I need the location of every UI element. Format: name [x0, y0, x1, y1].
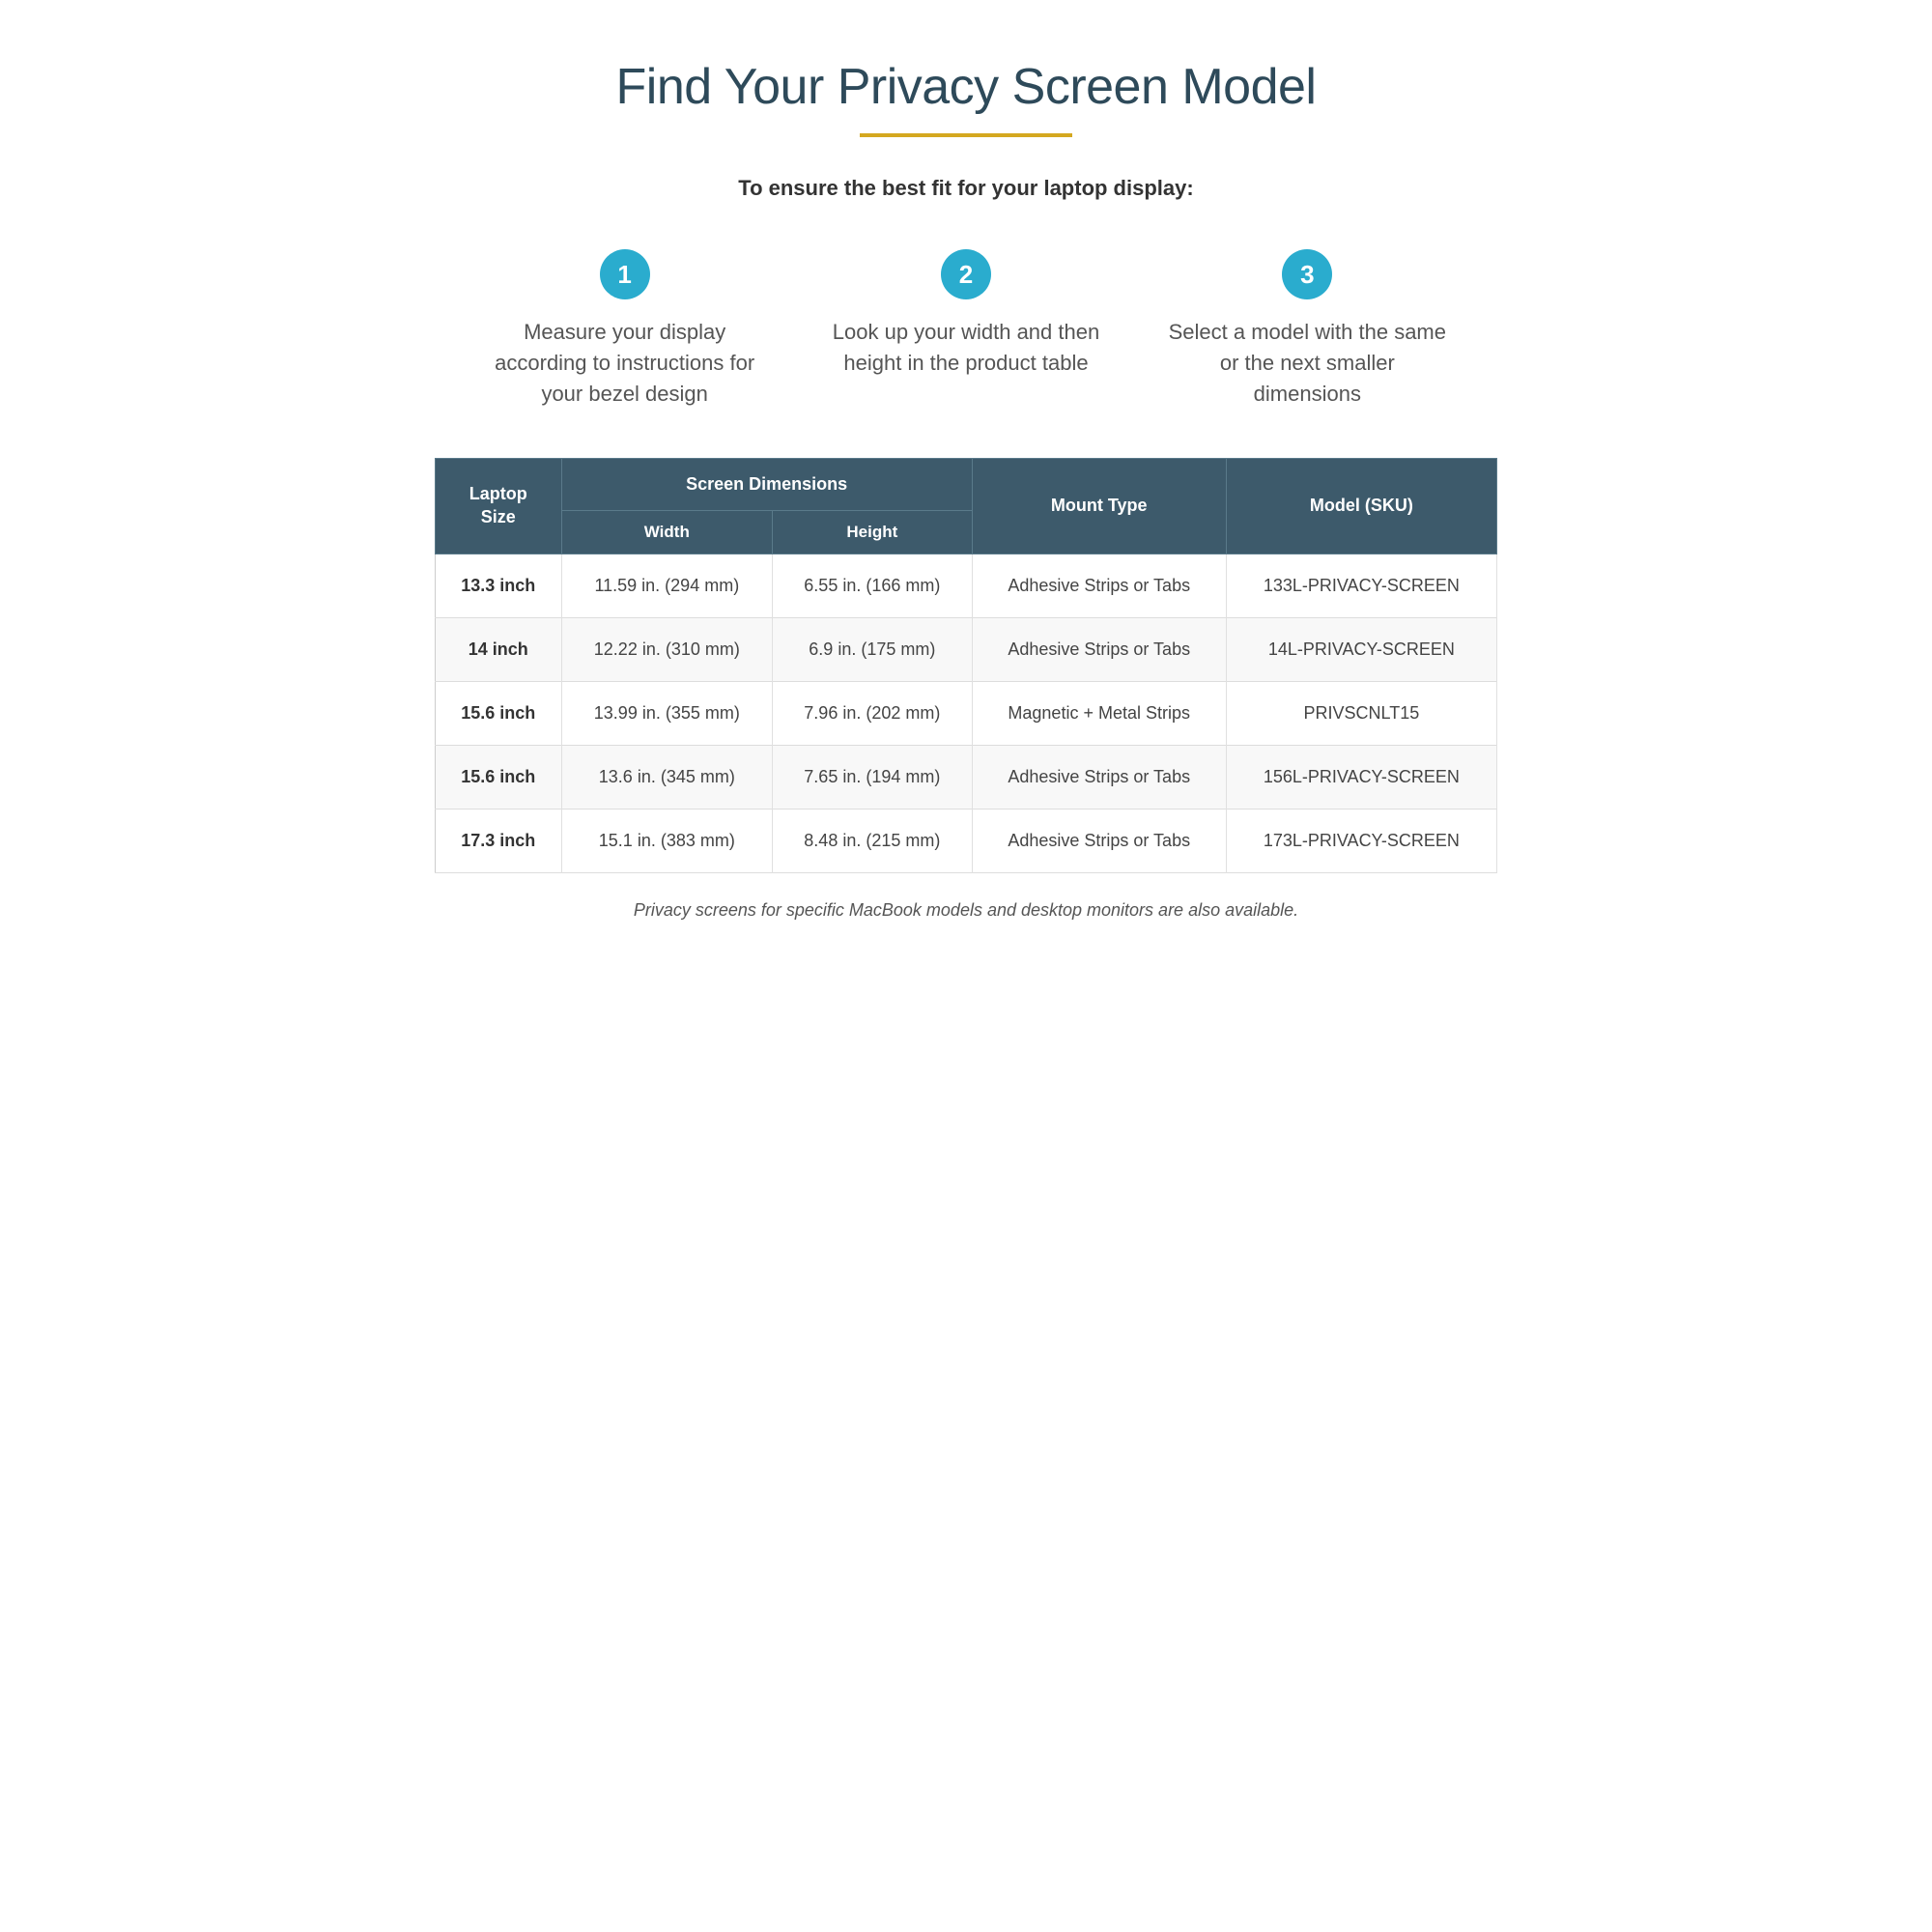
step-3-circle: 3: [1282, 249, 1332, 299]
footer-note: Privacy screens for specific MacBook mod…: [435, 900, 1497, 921]
cell-width: 11.59 in. (294 mm): [561, 554, 772, 617]
subtitle: To ensure the best fit for your laptop d…: [435, 176, 1497, 201]
col-model-sku-header: Model (SKU): [1226, 458, 1496, 554]
product-table: Laptop Size Screen Dimensions Mount Type…: [435, 458, 1497, 873]
step-1-number: 1: [617, 260, 631, 290]
step-3: 3 Select a model with the same or the ne…: [1137, 249, 1478, 410]
step-3-number: 3: [1300, 260, 1314, 290]
col-mount-type-header: Mount Type: [972, 458, 1226, 554]
step-1-circle: 1: [600, 249, 650, 299]
col-screen-dimensions-header: Screen Dimensions: [561, 458, 972, 510]
title-divider: [860, 133, 1072, 137]
step-1: 1 Measure your display according to inst…: [454, 249, 795, 410]
cell-model-sku: 156L-PRIVACY-SCREEN: [1226, 745, 1496, 809]
cell-laptop-size: 14 inch: [436, 617, 562, 681]
cell-laptop-size: 17.3 inch: [436, 809, 562, 872]
step-2-number: 2: [959, 260, 973, 290]
cell-mount-type: Magnetic + Metal Strips: [972, 681, 1226, 745]
main-container: Find Your Privacy Screen Model To ensure…: [435, 58, 1497, 921]
table-row: 13.3 inch11.59 in. (294 mm)6.55 in. (166…: [436, 554, 1497, 617]
cell-laptop-size: 15.6 inch: [436, 681, 562, 745]
table-row: 15.6 inch13.99 in. (355 mm)7.96 in. (202…: [436, 681, 1497, 745]
cell-height: 8.48 in. (215 mm): [773, 809, 973, 872]
step-2-circle: 2: [941, 249, 991, 299]
cell-height: 7.65 in. (194 mm): [773, 745, 973, 809]
cell-laptop-size: 13.3 inch: [436, 554, 562, 617]
step-2: 2 Look up your width and then height in …: [795, 249, 1136, 379]
cell-mount-type: Adhesive Strips or Tabs: [972, 745, 1226, 809]
cell-model-sku: 173L-PRIVACY-SCREEN: [1226, 809, 1496, 872]
col-width-header: Width: [561, 510, 772, 554]
cell-width: 13.6 in. (345 mm): [561, 745, 772, 809]
col-laptop-size-header: Laptop Size: [436, 458, 562, 554]
cell-model-sku: 14L-PRIVACY-SCREEN: [1226, 617, 1496, 681]
table-row: 15.6 inch13.6 in. (345 mm)7.65 in. (194 …: [436, 745, 1497, 809]
cell-height: 7.96 in. (202 mm): [773, 681, 973, 745]
cell-model-sku: PRIVSCNLT15: [1226, 681, 1496, 745]
steps-row: 1 Measure your display according to inst…: [435, 249, 1497, 410]
step-3-text: Select a model with the same or the next…: [1166, 317, 1449, 410]
cell-height: 6.9 in. (175 mm): [773, 617, 973, 681]
page-title: Find Your Privacy Screen Model: [435, 58, 1497, 116]
cell-mount-type: Adhesive Strips or Tabs: [972, 617, 1226, 681]
cell-laptop-size: 15.6 inch: [436, 745, 562, 809]
col-height-header: Height: [773, 510, 973, 554]
cell-width: 15.1 in. (383 mm): [561, 809, 772, 872]
step-1-text: Measure your display according to instru…: [483, 317, 766, 410]
step-2-text: Look up your width and then height in th…: [824, 317, 1107, 379]
cell-mount-type: Adhesive Strips or Tabs: [972, 809, 1226, 872]
cell-model-sku: 133L-PRIVACY-SCREEN: [1226, 554, 1496, 617]
table-row: 14 inch12.22 in. (310 mm)6.9 in. (175 mm…: [436, 617, 1497, 681]
cell-width: 13.99 in. (355 mm): [561, 681, 772, 745]
cell-width: 12.22 in. (310 mm): [561, 617, 772, 681]
table-row: 17.3 inch15.1 in. (383 mm)8.48 in. (215 …: [436, 809, 1497, 872]
cell-mount-type: Adhesive Strips or Tabs: [972, 554, 1226, 617]
cell-height: 6.55 in. (166 mm): [773, 554, 973, 617]
